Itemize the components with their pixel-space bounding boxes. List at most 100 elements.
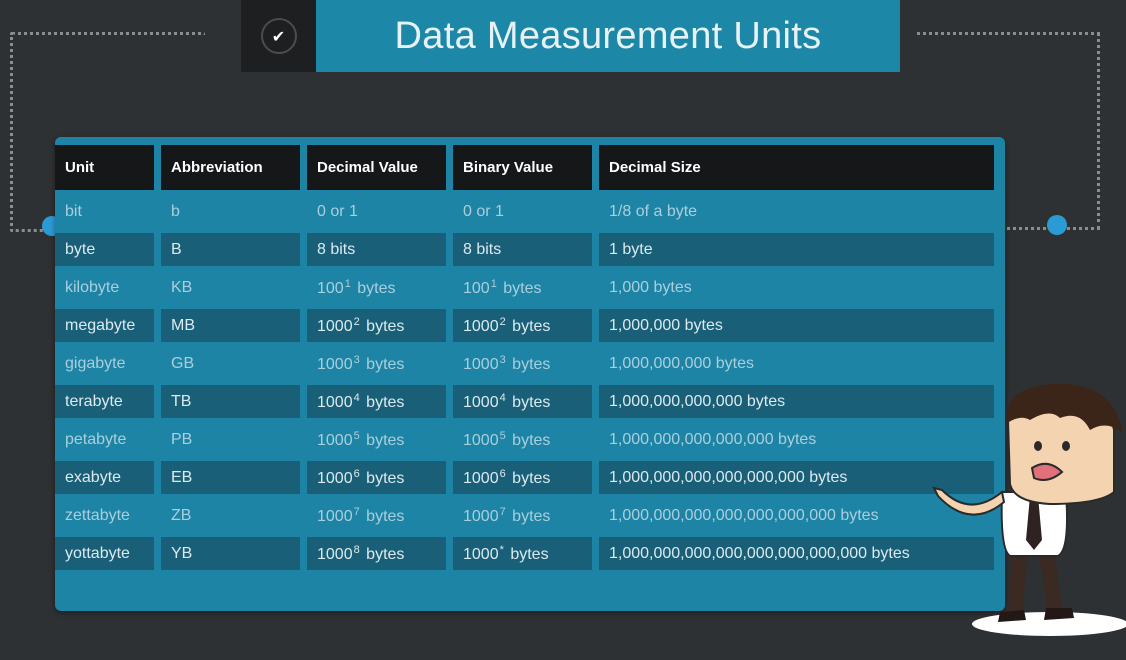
abbreviation-text: MB bbox=[171, 316, 195, 334]
decimal-base: 0 or 1 bbox=[317, 202, 358, 220]
table-row: byte B 8 bits 8 bits 1 byte bbox=[55, 233, 994, 266]
decimal-base: 1000 bbox=[317, 545, 353, 563]
character-eye-left bbox=[1034, 441, 1042, 451]
column-header-unit: Unit bbox=[55, 145, 154, 190]
cell-binary-value: 10006 bytes bbox=[453, 461, 592, 494]
cell-decimal-size: 1,000,000,000 bytes bbox=[599, 347, 994, 380]
cell-decimal-value: 10004 bytes bbox=[307, 385, 446, 418]
column-header-binary-value: Binary Value bbox=[453, 145, 592, 190]
unit-text: bit bbox=[65, 202, 82, 220]
unit-text: gigabyte bbox=[65, 354, 126, 372]
unit-text: zettabyte bbox=[65, 506, 130, 524]
cell-abbreviation: b bbox=[161, 195, 300, 228]
cell-binary-value: 0 or 1 bbox=[453, 195, 592, 228]
cell-decimal-value: 10003 bytes bbox=[307, 347, 446, 380]
decimal-base: 1000 bbox=[317, 355, 353, 373]
decimal-size-text: 1,000,000,000,000 bytes bbox=[609, 392, 786, 410]
decimal-size-text: 1,000,000,000,000,000 bytes bbox=[609, 430, 817, 448]
abbreviation-text: KB bbox=[171, 278, 193, 296]
cell-unit: yottabyte bbox=[55, 537, 154, 570]
binary-base: 0 or 1 bbox=[463, 202, 504, 220]
decimal-exponent: 3 bbox=[353, 353, 360, 366]
abbreviation-text: YB bbox=[171, 544, 193, 562]
table-row: megabyte MB 10002 bytes 10002 bytes 1,000,00… bbox=[55, 309, 994, 342]
decimal-exponent: 2 bbox=[353, 315, 360, 328]
decimal-base: 1000 bbox=[317, 507, 353, 525]
cell-decimal-value: 10008 bytes bbox=[307, 537, 446, 570]
decimal-base: 1000 bbox=[317, 431, 353, 449]
table-row: yottabyte YB 10008 bytes 1000* bytes 1,000,0… bbox=[55, 537, 994, 570]
binary-suffix: bytes bbox=[512, 469, 551, 487]
cell-binary-value: 10002 bytes bbox=[453, 309, 592, 342]
table-row: kilobyte KB 1001 bytes 1001 bytes 1,000 byte… bbox=[55, 271, 994, 304]
column-header-decimal-size: Decimal Size bbox=[599, 145, 994, 190]
binary-suffix: bytes bbox=[512, 355, 551, 373]
unit-text: byte bbox=[65, 240, 96, 258]
decimal-base: 8 bits bbox=[317, 240, 356, 258]
decimal-base: 1000 bbox=[317, 469, 353, 487]
decimal-suffix: bytes bbox=[366, 545, 405, 563]
binary-exponent: 5 bbox=[499, 429, 506, 442]
cell-binary-value: 1000* bytes bbox=[453, 537, 592, 570]
character-eye-right bbox=[1062, 441, 1070, 451]
decimal-exponent: 1 bbox=[344, 277, 351, 290]
table-header-row: Unit Abbreviation Decimal Value Binary V… bbox=[55, 145, 994, 190]
decimal-suffix: bytes bbox=[357, 279, 396, 297]
binary-suffix: bytes bbox=[510, 545, 549, 563]
decimal-base: 1000 bbox=[317, 393, 353, 411]
cell-abbreviation: PB bbox=[161, 423, 300, 456]
unit-text: yottabyte bbox=[65, 544, 130, 562]
character-left-leg bbox=[1008, 550, 1028, 616]
abbreviation-text: GB bbox=[171, 354, 195, 372]
cell-abbreviation: EB bbox=[161, 461, 300, 494]
unit-text: terabyte bbox=[65, 392, 123, 410]
decimal-exponent: 5 bbox=[353, 429, 360, 442]
cell-decimal-value: 10007 bytes bbox=[307, 499, 446, 532]
column-header-decimal-value: Decimal Value bbox=[307, 145, 446, 190]
decimal-size-text: 1,000,000,000,000,000,000 bytes bbox=[609, 468, 848, 486]
binary-exponent: 6 bbox=[499, 467, 506, 480]
decimal-size-text: 1/8 of a byte bbox=[609, 202, 698, 220]
cell-unit: terabyte bbox=[55, 385, 154, 418]
cell-binary-value: 1001 bytes bbox=[453, 271, 592, 304]
abbreviation-text: b bbox=[171, 202, 180, 220]
decimal-exponent: 7 bbox=[353, 505, 360, 518]
binary-base: 1000 bbox=[463, 355, 499, 373]
cell-decimal-size: 1/8 of a byte bbox=[599, 195, 994, 228]
decimal-exponent: 6 bbox=[353, 467, 360, 480]
cell-decimal-size: 1,000 bytes bbox=[599, 271, 994, 304]
binary-base: 100 bbox=[463, 279, 490, 297]
infographic: ✔ Data Measurement Units Unit Abbreviati… bbox=[0, 0, 1126, 660]
table-row: gigabyte GB 10003 bytes 10003 bytes 1,000,00… bbox=[55, 347, 994, 380]
page-title: Data Measurement Units bbox=[394, 14, 822, 57]
binary-base: 1000 bbox=[463, 507, 499, 525]
decimal-exponent: 8 bbox=[353, 543, 360, 556]
connector-node-right bbox=[1047, 215, 1067, 235]
binary-exponent: * bbox=[499, 543, 504, 556]
checkmark-icon: ✔ bbox=[260, 18, 297, 54]
cell-unit: gigabyte bbox=[55, 347, 154, 380]
cell-abbreviation: TB bbox=[161, 385, 300, 418]
banner-icon-box: ✔ bbox=[241, 0, 316, 72]
table-body: bit b 0 or 1 0 or 1 1/8 of a byte byte B 8 bits… bbox=[55, 195, 994, 570]
cell-unit: exabyte bbox=[55, 461, 154, 494]
table-row: zettabyte ZB 10007 bytes 10007 bytes 1,000,0… bbox=[55, 499, 994, 532]
cell-abbreviation: GB bbox=[161, 347, 300, 380]
cell-decimal-value: 10002 bytes bbox=[307, 309, 446, 342]
decimal-suffix: bytes bbox=[366, 393, 405, 411]
character-left-shoe bbox=[998, 610, 1026, 622]
cell-unit: petabyte bbox=[55, 423, 154, 456]
decimal-suffix: bytes bbox=[366, 469, 405, 487]
unit-text: kilobyte bbox=[65, 278, 120, 296]
binary-base: 8 bits bbox=[463, 240, 502, 258]
decimal-size-text: 1 byte bbox=[609, 240, 653, 258]
table-row: bit b 0 or 1 0 or 1 1/8 of a byte bbox=[55, 195, 994, 228]
character-arm bbox=[932, 486, 1006, 516]
binary-base: 1000 bbox=[463, 317, 499, 335]
cell-unit: zettabyte bbox=[55, 499, 154, 532]
binary-exponent: 1 bbox=[490, 277, 497, 290]
table-row: petabyte PB 10005 bytes 10005 bytes 1,000,00… bbox=[55, 423, 994, 456]
cell-abbreviation: B bbox=[161, 233, 300, 266]
decimal-suffix: bytes bbox=[366, 507, 405, 525]
cell-binary-value: 10004 bytes bbox=[453, 385, 592, 418]
